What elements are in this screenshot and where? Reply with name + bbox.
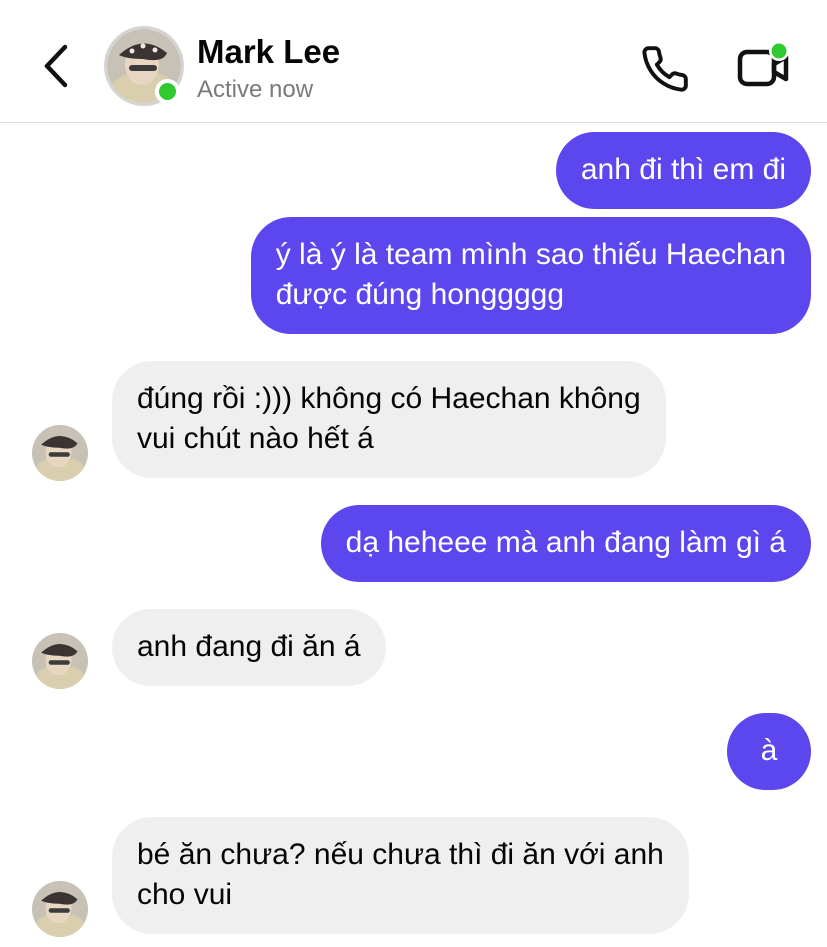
phone-icon <box>642 46 688 92</box>
voice-call-button[interactable] <box>636 40 694 98</box>
contact-name[interactable]: Mark Lee <box>197 33 340 71</box>
message-text: anh đang đi ăn á <box>137 630 361 663</box>
active-status: Active now <box>197 76 314 103</box>
message-text: à <box>760 734 778 767</box>
received-message-bubble[interactable]: bé ăn chưa? nếu chưa thì đi ăn với anh c… <box>112 817 689 934</box>
chevron-left-icon <box>44 44 68 88</box>
received-message-bubble[interactable]: đúng rồi :))) không có Haechan không vui… <box>112 361 666 478</box>
sent-message-bubble[interactable]: dạ heheee mà anh đang làm gì á <box>320 505 811 582</box>
message-text: cho vui <box>137 878 233 911</box>
message-thread[interactable]: anh đi thì em đi ý là ý là team mình sao… <box>0 124 827 947</box>
message-text: anh đi thì em đi <box>580 153 786 186</box>
online-status-dot <box>155 79 180 104</box>
chat-header: Mark Lee Active now <box>0 0 827 123</box>
message-text: ý là ý là team mình sao thiếu Haechan <box>275 238 786 271</box>
message-text: vui chút nào hết á <box>137 422 374 455</box>
sent-message-bubble[interactable]: à <box>727 713 811 790</box>
message-text: dạ heheee mà anh đang làm gì á <box>345 526 786 559</box>
message-text: bé ăn chưa? nếu chưa thì đi ăn với anh <box>137 838 664 871</box>
back-button[interactable] <box>28 38 84 94</box>
message-text: được đúng honggggg <box>275 278 565 311</box>
video-call-button[interactable] <box>734 40 796 98</box>
sender-avatar[interactable] <box>32 425 88 481</box>
message-text: đúng rồi :))) không có Haechan không <box>137 382 641 415</box>
video-camera-icon <box>737 41 789 87</box>
sender-avatar[interactable] <box>32 881 88 937</box>
sent-message-bubble[interactable]: anh đi thì em đi <box>555 132 811 209</box>
sender-avatar[interactable] <box>32 633 88 689</box>
received-message-bubble[interactable]: anh đang đi ăn á <box>112 609 386 686</box>
sent-message-bubble[interactable]: ý là ý là team mình sao thiếu Haechan đư… <box>250 217 811 334</box>
